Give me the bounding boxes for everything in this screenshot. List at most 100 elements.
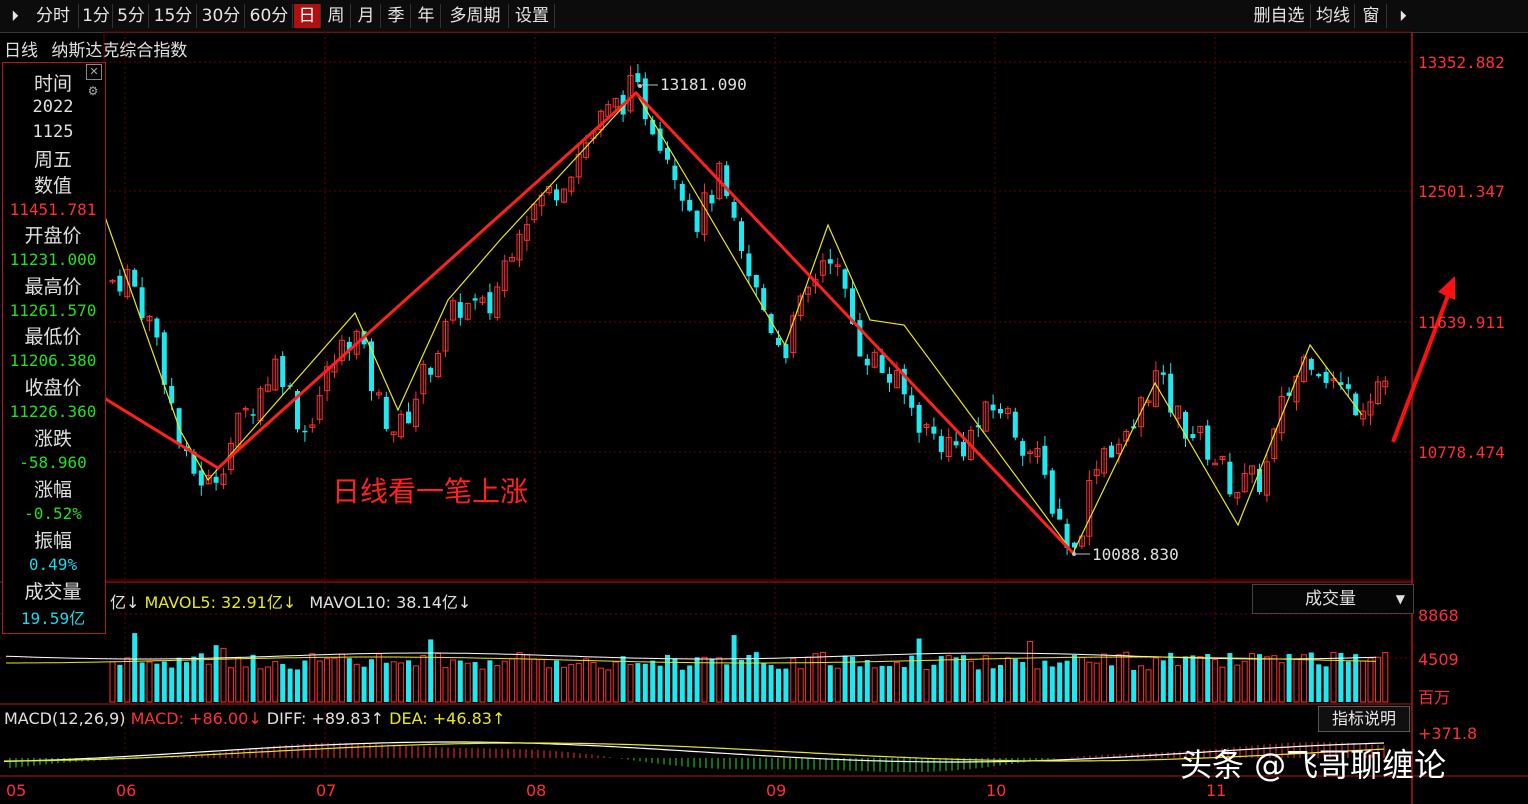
volume-bar — [257, 668, 264, 703]
candle-body — [1057, 508, 1063, 520]
candle-body — [487, 292, 493, 314]
gear-icon[interactable]: ⚙ — [86, 84, 100, 98]
volume-bar — [132, 633, 138, 702]
price-tick: 13352.882 — [1418, 53, 1505, 72]
low-point-label: 10088.830 — [1092, 545, 1179, 564]
macd-value: MACD: +86.00↓ — [130, 709, 262, 728]
volume-bar — [1190, 655, 1196, 702]
volume-bar — [242, 666, 249, 703]
candle-body — [1160, 372, 1166, 375]
volume-bar — [1197, 656, 1204, 703]
volume-bar — [538, 658, 545, 703]
indicator-select[interactable]: 成交量 ▼ — [1252, 584, 1414, 614]
volume-bar — [487, 660, 493, 702]
volume-bar — [834, 667, 841, 703]
high-value: 11261.570 — [9, 301, 97, 320]
volume-bar — [887, 666, 892, 702]
volume-bar — [1249, 653, 1256, 703]
mavol5-value: MAVOL5: 32.91亿↓ — [144, 593, 297, 612]
volume-bar — [1168, 652, 1174, 702]
candle-body — [864, 358, 870, 366]
candle-body — [406, 411, 411, 424]
volume-bar — [338, 653, 345, 703]
volume-bar — [605, 669, 612, 703]
change-value: -58.960 — [19, 453, 87, 472]
candle-body — [1109, 445, 1114, 458]
volume-bar — [109, 661, 116, 703]
volume-bar — [627, 664, 634, 703]
volume-bar — [176, 657, 182, 702]
volume-bar — [1012, 658, 1018, 702]
volume-bar — [1175, 665, 1182, 703]
volume-bar — [1212, 659, 1219, 703]
candle-body — [554, 189, 559, 201]
high-point-label: 13181.090 — [660, 75, 747, 94]
kline-chart[interactable] — [0, 0, 1528, 804]
volume-value: 19.59亿 — [20, 609, 86, 628]
volume-bar — [923, 669, 930, 703]
candle-body — [990, 404, 996, 411]
candle-body — [694, 210, 700, 232]
candle-body — [1190, 434, 1196, 438]
volume-bar — [479, 668, 486, 703]
candle-body — [657, 128, 663, 151]
volume-bar — [635, 663, 641, 702]
date-value: 1125 — [32, 122, 74, 142]
volume-bar — [938, 656, 944, 702]
volume-bar — [449, 659, 456, 703]
volume-bar — [687, 665, 693, 702]
volume-bar — [1160, 660, 1166, 702]
volume-bar — [1323, 666, 1329, 702]
volume-bar — [235, 656, 242, 703]
volume-bar — [768, 665, 774, 702]
candle-body — [672, 165, 678, 181]
volume-bar — [716, 657, 723, 703]
volume-bar — [1293, 658, 1300, 703]
volume-bar — [472, 662, 478, 702]
volume-bar — [797, 668, 804, 703]
volume-bar — [739, 659, 744, 702]
volume-bar — [1152, 657, 1159, 703]
volume-bar — [361, 666, 367, 702]
volume-bar — [191, 656, 197, 702]
candle-body — [739, 221, 744, 252]
high-label: 最高价 — [24, 276, 82, 298]
volume-bar — [805, 656, 812, 703]
volume-bar — [220, 647, 227, 703]
volume-bar — [227, 667, 234, 703]
volume-bar — [1219, 666, 1226, 703]
month-tick: 10 — [986, 781, 1007, 800]
candle-body — [998, 408, 1003, 414]
candle-body — [953, 441, 959, 446]
candle-body — [916, 405, 922, 433]
month-tick: 09 — [766, 781, 787, 800]
volume-bar — [1078, 657, 1085, 703]
candle-body — [213, 476, 219, 483]
volume-bar — [953, 657, 959, 702]
close-icon[interactable]: ✕ — [86, 64, 102, 80]
volume-bar — [1316, 664, 1322, 702]
volume-bar — [1123, 651, 1130, 703]
month-tick: 06 — [116, 781, 137, 800]
volume-bar — [694, 657, 700, 702]
weekday-value: 周五 — [33, 149, 72, 171]
volume-bar — [331, 657, 338, 703]
low-value: 11206.380 — [9, 351, 97, 370]
candle-body — [753, 274, 759, 288]
volume-bar — [280, 663, 286, 702]
volume-bar — [620, 656, 626, 702]
value-value: 11451.781 — [9, 200, 97, 219]
candle-body — [1345, 384, 1351, 389]
volume-bar — [1101, 653, 1108, 703]
volume-bar — [612, 661, 619, 703]
volume-bar — [1057, 662, 1063, 702]
volume-bar — [650, 660, 656, 702]
volume-bar — [1183, 656, 1188, 702]
volume-bar — [998, 664, 1003, 702]
indicator-help-button[interactable]: 指标说明 — [1318, 706, 1410, 732]
volume-bar — [916, 638, 922, 702]
volume-bar — [864, 660, 870, 702]
volume-bar — [1360, 660, 1367, 703]
volume-label: 成交量 — [24, 581, 82, 603]
close-value: 11226.360 — [9, 402, 97, 421]
